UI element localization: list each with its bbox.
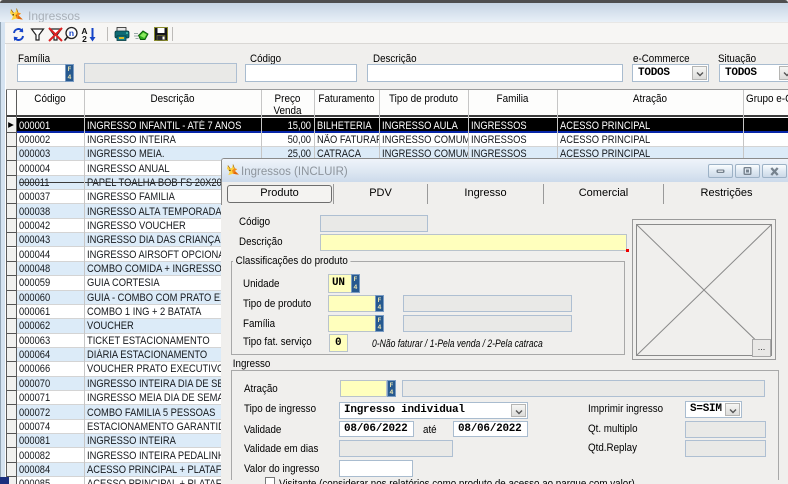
svg-text:2: 2 <box>82 34 87 43</box>
svg-text:n: n <box>69 28 74 38</box>
